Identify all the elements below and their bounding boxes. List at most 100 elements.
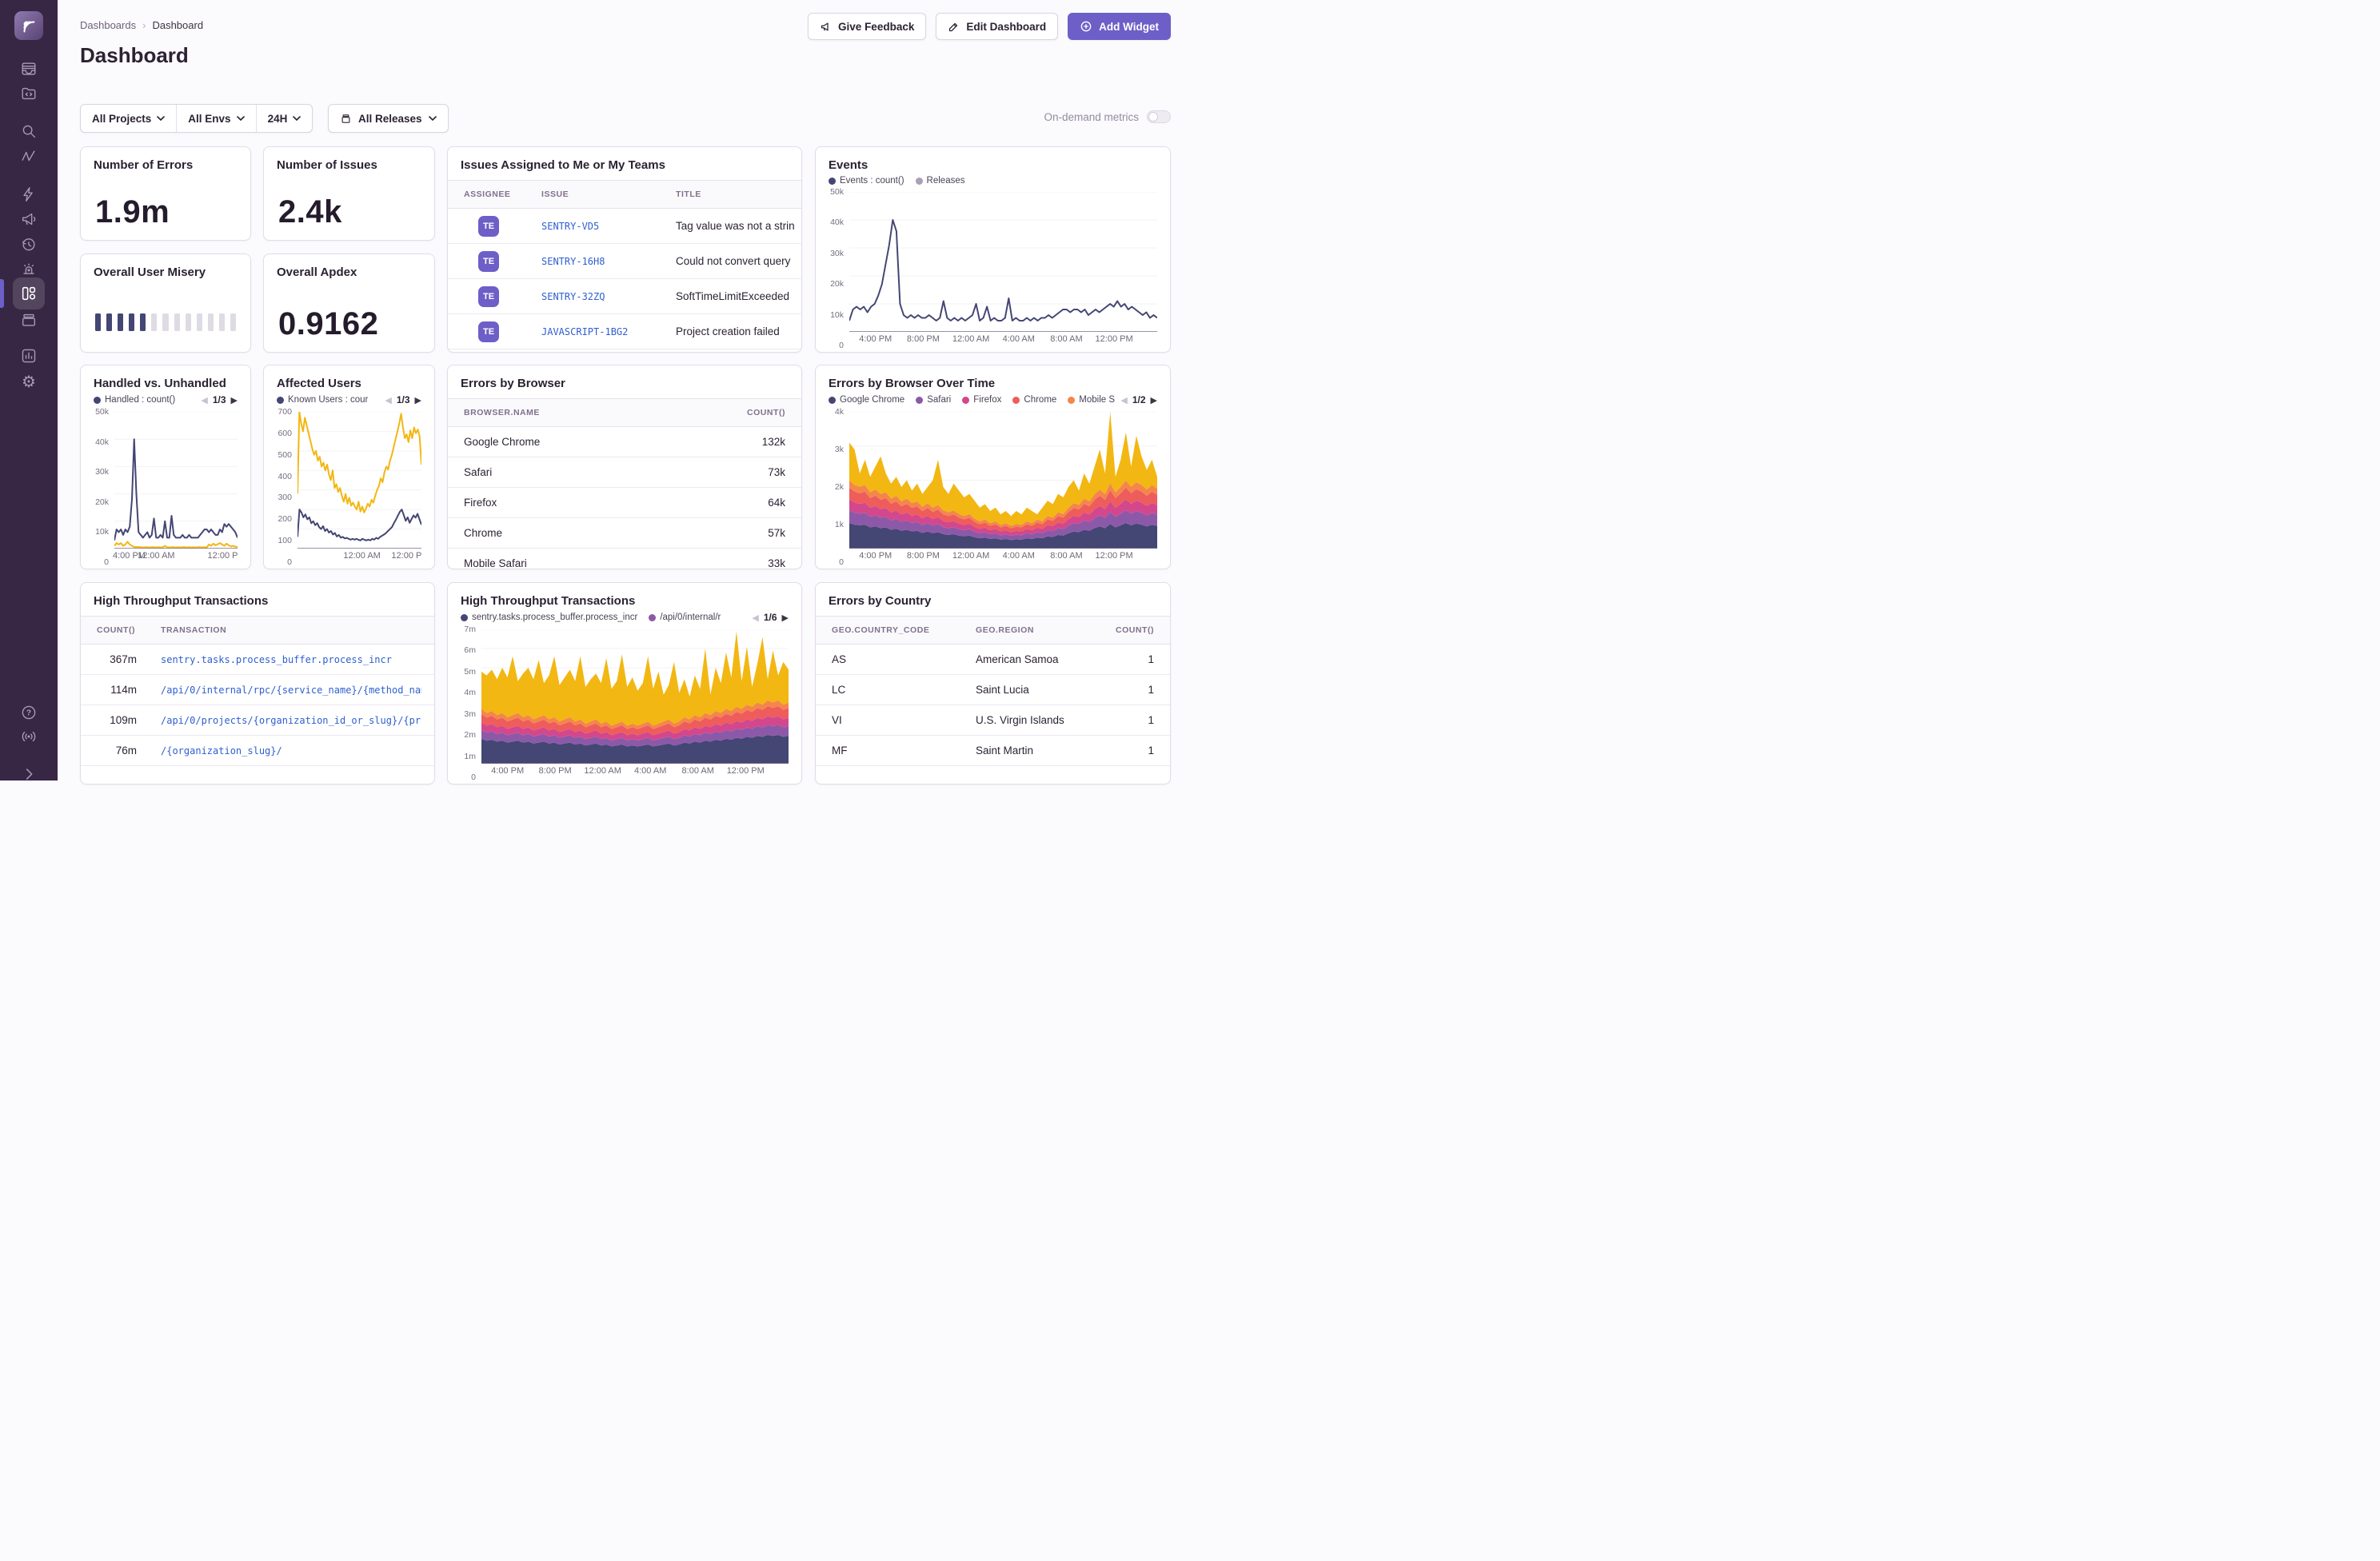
sidebar-item-alerts[interactable] — [20, 261, 38, 278]
pager-next-icon[interactable]: ▶ — [415, 395, 421, 405]
assignee-avatar: TE — [478, 251, 499, 272]
transaction-count: 76m — [97, 745, 137, 757]
browser-name: Firefox — [464, 497, 713, 509]
x-axis: 4:00 PM12:00 AM12:00 P — [114, 549, 238, 562]
col-title: TITLE — [676, 190, 801, 199]
transaction-link[interactable]: /{organization_slug}/ — [161, 745, 421, 757]
transaction-link[interactable]: /api/0/projects/{organization_id_or_slug… — [161, 715, 421, 726]
legend-item[interactable]: Safari — [916, 395, 951, 405]
sidebar-item-insights[interactable] — [20, 347, 38, 365]
legend-dot — [829, 397, 836, 404]
sidebar-item-dashboards-active[interactable] — [13, 277, 45, 309]
table-row: TE SENTRY-32ZQ SoftTimeLimitExceeded — [448, 279, 801, 314]
megaphone-icon — [20, 210, 38, 228]
environment-filter-dropdown[interactable]: All Envs — [176, 105, 255, 132]
y-axis: 010k20k30k40k50k — [824, 192, 849, 345]
sidebar-item-feedback[interactable] — [20, 210, 38, 228]
chart-plot[interactable] — [481, 629, 789, 764]
sidebar-item-discover[interactable] — [20, 311, 38, 329]
issue-link[interactable]: JAVASCRIPT-1BG2 — [541, 326, 676, 337]
pager-prev-icon[interactable]: ◀ — [385, 395, 391, 405]
sidebar-item-explore[interactable] — [20, 122, 38, 140]
events-chart: 010k20k30k40k50k 4:00 PM8:00 PM12:00 AM4… — [816, 186, 1170, 352]
transaction-link[interactable]: /api/0/internal/rpc/{service_name}/{meth… — [161, 685, 421, 696]
projects-icon — [20, 85, 38, 102]
sidebar-item-whats-new[interactable] — [20, 728, 38, 745]
legend-item[interactable]: Google Chrome — [829, 395, 904, 405]
issue-link[interactable]: SENTRY-16H8 — [541, 256, 676, 267]
table-row: Google Chrome 132k — [448, 427, 801, 457]
browser-count: 73k — [713, 466, 785, 478]
pager-prev-icon[interactable]: ◀ — [201, 395, 207, 405]
give-feedback-button[interactable]: Give Feedback — [808, 13, 926, 40]
chevron-right-icon — [20, 765, 38, 783]
legend-pager: ◀1/3▶ — [380, 394, 421, 405]
chart-plot[interactable] — [298, 412, 421, 549]
breadcrumb-current: Dashboard — [152, 19, 203, 31]
issue-title: SoftTimeLimitExceeded — [676, 290, 801, 302]
table-row: 109m /api/0/projects/{organization_id_or… — [81, 705, 434, 736]
country-count: 1 — [1098, 745, 1154, 757]
pager-next-icon[interactable]: ▶ — [782, 613, 789, 623]
sidebar-item-stats[interactable] — [20, 148, 38, 166]
table-row: TE SENTRY-16H8 Could not convert query — [448, 244, 801, 279]
legend-item[interactable]: Handled : count() — [94, 395, 175, 405]
legend-item[interactable]: Releases — [916, 176, 965, 186]
legend-item[interactable]: Events : count() — [829, 176, 904, 186]
legend-item[interactable]: Mobile S — [1068, 395, 1115, 405]
sidebar-item-releases[interactable] — [20, 236, 38, 254]
country-region: Saint Martin — [976, 745, 1098, 757]
col-transaction: TRANSACTION — [161, 625, 421, 635]
table-row: TE JAVASCRIPT-1BG2 Project creation fail… — [448, 314, 801, 349]
widget-user-misery: Overall User Misery — [80, 254, 251, 353]
edit-dashboard-button[interactable]: Edit Dashboard — [936, 13, 1058, 40]
legend-item[interactable]: sentry.tasks.process_buffer.process_incr — [461, 613, 637, 622]
sidebar-item-projects[interactable] — [20, 85, 38, 102]
time-range-filter-dropdown[interactable]: 24H — [256, 105, 313, 132]
col-country-code: GEO.COUNTRY_CODE — [832, 625, 976, 635]
widget-title: Errors by Browser — [448, 365, 801, 390]
add-widget-button[interactable]: Add Widget — [1068, 13, 1171, 40]
chart-plot[interactable] — [114, 412, 238, 549]
sidebar-item-performance[interactable] — [20, 186, 38, 203]
issue-link[interactable]: SENTRY-32ZQ — [541, 291, 676, 302]
legend-item[interactable]: Firefox — [962, 395, 1001, 405]
sidebar-collapse-toggle[interactable] — [20, 765, 38, 783]
widget-title: Errors by Browser Over Time — [816, 365, 1170, 390]
filter-bar: All Projects All Envs 24H — [80, 104, 313, 133]
broadcast-icon — [20, 728, 38, 745]
chart-plot[interactable] — [849, 412, 1157, 549]
legend-dot — [1012, 397, 1020, 404]
col-issue: ISSUE — [541, 190, 676, 199]
pager-prev-icon[interactable]: ◀ — [752, 613, 758, 623]
pager-next-icon[interactable]: ▶ — [231, 395, 238, 405]
chevron-down-icon — [237, 116, 245, 121]
archive-box-icon — [20, 311, 38, 329]
breadcrumb-dashboards-link[interactable]: Dashboards — [80, 19, 136, 31]
browser-count: 57k — [713, 527, 785, 539]
number-of-errors-value: 1.9m — [81, 194, 250, 240]
toggle-knob — [1148, 112, 1158, 122]
x-axis: 4:00 PM8:00 PM12:00 AM4:00 AM8:00 AM12:0… — [849, 332, 1157, 345]
sidebar-item-help[interactable]: ? — [20, 704, 38, 721]
legend-item[interactable]: /api/0/internal/r — [649, 613, 721, 622]
sidebar-item-settings[interactable]: ⚙ — [20, 373, 38, 391]
sentry-logo[interactable] — [14, 11, 43, 40]
chart-plot[interactable] — [849, 192, 1157, 332]
legend-dot — [94, 397, 101, 404]
legend-item[interactable]: Chrome — [1012, 395, 1056, 405]
legend-item[interactable]: Known Users : cour — [277, 395, 368, 405]
project-filter-dropdown[interactable]: All Projects — [81, 105, 176, 132]
legend-pager: ◀1/2▶ — [1116, 394, 1157, 405]
releases-filter-dropdown[interactable]: All Releases — [328, 104, 449, 133]
pager-next-icon[interactable]: ▶ — [1151, 395, 1157, 405]
sidebar-item-issues[interactable] — [20, 60, 38, 78]
high-throughput-chart: 01m2m3m4m5m6m7m 4:00 PM8:00 PM12:00 AM4:… — [448, 623, 801, 784]
on-demand-metrics-toggle[interactable] — [1147, 110, 1171, 123]
clock-history-icon — [20, 236, 38, 254]
table-row: Safari 73k — [448, 457, 801, 488]
issue-link[interactable]: SENTRY-VD5 — [541, 221, 676, 232]
transaction-count: 114m — [97, 684, 137, 696]
transaction-link[interactable]: sentry.tasks.process_buffer.process_incr — [161, 654, 421, 665]
pager-prev-icon[interactable]: ◀ — [1120, 395, 1127, 405]
